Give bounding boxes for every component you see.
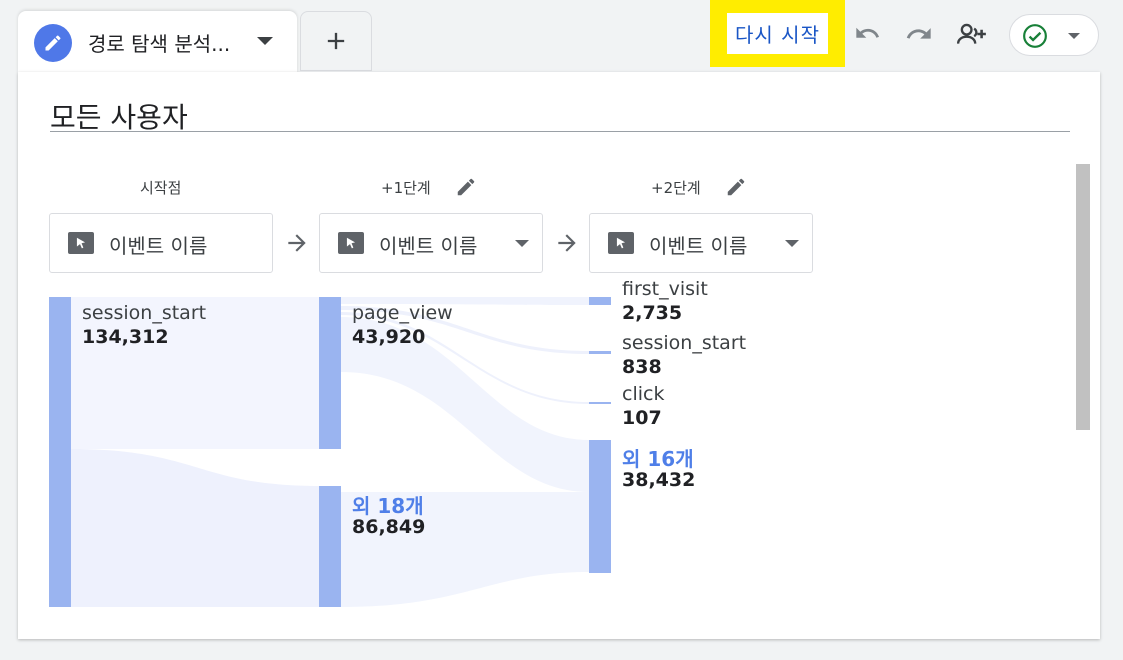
scrollbar-thumb[interactable] [1076,164,1090,430]
node-value: 107 [622,407,662,429]
restart-highlight: 다시 시작 [710,0,845,67]
add-person-icon[interactable] [956,18,988,50]
node-bar-click[interactable] [589,402,611,404]
chevron-down-icon [1068,33,1080,39]
add-tab-button[interactable] [300,11,372,71]
node-value: 43,920 [352,326,426,348]
node-value: 38,432 [622,469,696,491]
restart-button[interactable]: 다시 시작 [727,13,828,54]
path-exploration-card: 모든 사용자 시작점 +1단계 +2단계 이벤트 이름 이벤트 이름 이벤트 이… [18,72,1100,639]
node-value: 134,312 [82,326,169,348]
node-name: first_visit [622,278,708,300]
node-value: 2,735 [622,302,683,324]
status-dropdown[interactable] [1009,14,1099,56]
node-bar-others-18[interactable] [319,486,341,607]
node-others-link[interactable]: 외 16개 [622,443,694,472]
flow-diagram [49,297,611,607]
pencil-icon [34,24,72,62]
node-bar-first-visit[interactable] [589,297,611,305]
chevron-down-icon[interactable] [257,37,273,45]
node-name: click [622,383,665,405]
node-others-link[interactable]: 외 18개 [352,490,424,519]
check-circle-icon [1023,24,1047,48]
node-bar-session-start-2[interactable] [589,351,611,354]
plus-icon [327,32,345,50]
node-value: 86,849 [352,516,426,538]
node-bar-page-view[interactable] [319,297,341,449]
exploration-tab[interactable]: 경로 탐색 분석... [18,11,297,73]
node-name: session_start [622,332,747,354]
undo-icon[interactable] [851,18,883,50]
flow-link[interactable] [71,449,319,607]
node-bar-session-start[interactable] [49,297,71,607]
node-name: page_view [352,302,453,324]
node-value: 838 [622,356,662,378]
node-name: session_start [82,302,207,324]
tab-title: 경로 탐색 분석... [88,32,231,56]
node-bar-others-16[interactable] [589,440,611,573]
redo-icon[interactable] [903,18,935,50]
